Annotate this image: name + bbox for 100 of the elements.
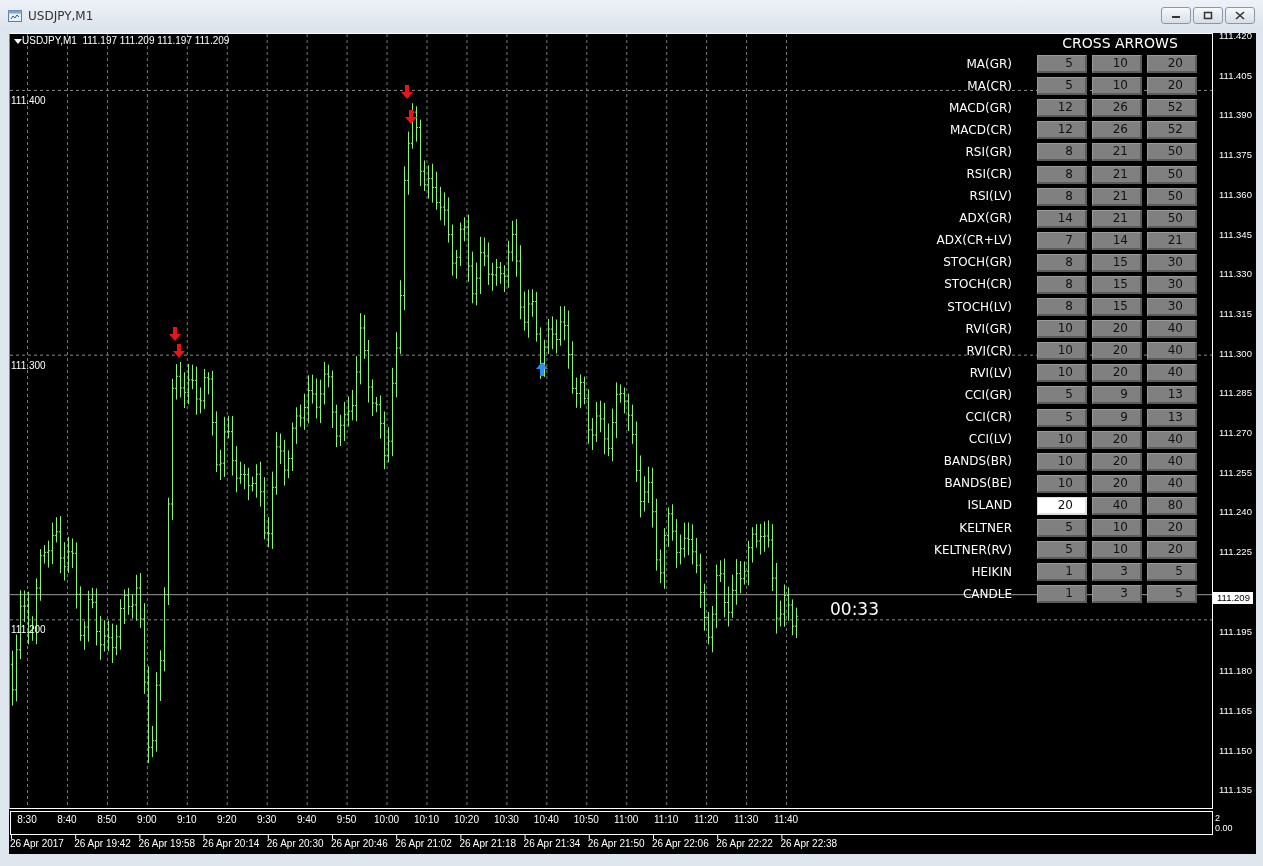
time-axis-label: 11:40: [773, 814, 799, 826]
indicator-label: CCI(GR): [963, 387, 1012, 403]
price-axis-label: 111.240: [1219, 506, 1252, 519]
price-level-label: 111.400: [11, 94, 46, 107]
period-field[interactable]: 10: [1037, 320, 1087, 339]
date-axis-label: 26 Apr 19:42: [74, 838, 131, 850]
down-arrow-icon: [405, 110, 417, 124]
period-field[interactable]: 10: [1092, 519, 1142, 537]
period-field[interactable]: 5: [1147, 563, 1197, 582]
period-field[interactable]: 1: [1037, 563, 1087, 582]
period-field[interactable]: 50: [1147, 143, 1197, 162]
indicator-label: CCI(LV): [967, 432, 1012, 448]
indicator-label: BANDS(BE): [943, 476, 1012, 492]
period-field[interactable]: 20: [1092, 342, 1142, 361]
price-level-label: 111.300: [11, 359, 46, 372]
indicator-label: STOCH(CR): [943, 277, 1012, 293]
time-axis-label: 11:00: [614, 814, 639, 826]
time-axis-label: 10:40: [533, 814, 559, 826]
period-field[interactable]: 10: [1037, 364, 1087, 383]
period-field[interactable]: 3: [1092, 585, 1142, 604]
period-field[interactable]: 8: [1037, 143, 1087, 162]
period-field[interactable]: 5: [1037, 77, 1087, 96]
indicator-label: ADX(GR): [958, 211, 1012, 227]
date-axis-label: 26 Apr 21:02: [395, 838, 452, 850]
price-axis-label: 111.390: [1219, 109, 1252, 122]
period-field[interactable]: 40: [1147, 364, 1197, 383]
period-field[interactable]: 10: [1092, 77, 1142, 96]
period-field[interactable]: 21: [1092, 143, 1142, 162]
maximize-button[interactable]: [1193, 7, 1223, 24]
period-field[interactable]: 5: [1037, 55, 1087, 74]
date-axis-label: 26 Apr 20:30: [266, 838, 324, 850]
period-field[interactable]: 20: [1147, 519, 1197, 537]
period-field[interactable]: 12: [1037, 99, 1087, 118]
close-button[interactable]: [1225, 7, 1255, 24]
panel-title: CROSS ARROWS: [1061, 34, 1179, 53]
indicator-label: STOCH(GR): [942, 255, 1012, 271]
subwindow-scale-label: 0.00: [1215, 822, 1233, 834]
indicator-label: ADX(CR+LV): [935, 233, 1012, 249]
period-field[interactable]: 20: [1092, 320, 1142, 339]
price-axis-label: 111.360: [1219, 188, 1252, 201]
subwindow-scale-label: 2: [1215, 812, 1220, 824]
period-field[interactable]: 10: [1037, 342, 1087, 361]
indicator-label: RSI(LV): [968, 189, 1012, 205]
price-axis-label: 111.195: [1219, 625, 1252, 638]
date-axis-label: 26 Apr 22:38: [780, 838, 838, 850]
time-axis-label: 11:10: [654, 814, 679, 826]
minimize-button[interactable]: [1161, 7, 1191, 24]
countdown-timer: 00:33: [830, 599, 879, 619]
period-field[interactable]: 9: [1092, 386, 1142, 405]
indicator-label: RSI(CR): [965, 167, 1012, 182]
time-axis-label: 10:00: [374, 814, 400, 826]
time-axis-label: 8:40: [57, 814, 77, 826]
time-axis-label: 9:20: [217, 814, 237, 826]
maximize-icon: [1203, 11, 1213, 20]
time-axis-label: 10:20: [453, 814, 479, 826]
time-axis-label: 10:10: [414, 814, 439, 826]
time-axis-label: 9:40: [296, 814, 317, 826]
period-field[interactable]: 26: [1092, 121, 1142, 140]
current-price-label: 111.209: [1213, 592, 1253, 604]
time-axis-label: 9:00: [137, 814, 157, 826]
time-axis-label: 8:30: [17, 814, 37, 826]
time-axis-label: 10:30: [493, 814, 519, 826]
indicator-label: MA(CR): [966, 78, 1012, 94]
period-field[interactable]: 15: [1092, 298, 1142, 317]
date-axis-label: 26 Apr 21:50: [587, 838, 645, 850]
period-field[interactable]: 10: [1092, 541, 1142, 560]
indicator-label: RVI(LV): [968, 365, 1012, 381]
price-axis-label: 111.270: [1219, 427, 1252, 439]
period-field[interactable]: 52: [1147, 99, 1197, 118]
period-field[interactable]: 40: [1147, 320, 1197, 339]
indicator-label: MACD(CR): [948, 122, 1012, 138]
period-field[interactable]: 1: [1037, 585, 1087, 604]
period-field[interactable]: 12: [1037, 121, 1087, 140]
date-axis-label: 26 Apr 21:18: [459, 838, 517, 850]
period-field[interactable]: 26: [1092, 99, 1142, 118]
period-field[interactable]: 52: [1147, 121, 1197, 140]
period-field[interactable]: 10: [1092, 55, 1142, 74]
time-axis-label: 11:20: [694, 814, 719, 826]
period-field[interactable]: 30: [1147, 298, 1197, 317]
period-field[interactable]: 20: [1092, 364, 1142, 383]
down-arrow-icon: [401, 85, 413, 99]
period-field[interactable]: 40: [1147, 342, 1197, 361]
price-axis-label: 111.405: [1219, 69, 1252, 82]
chart-header: USDJPY,M1 111.197 111.209 111.197 111.209: [22, 35, 230, 47]
period-field[interactable]: 5: [1037, 386, 1087, 405]
price-axis-label: 111.135: [1219, 784, 1252, 797]
period-field[interactable]: 20: [1147, 541, 1197, 560]
period-field[interactable]: 13: [1147, 386, 1197, 405]
indicator-label: CANDLE: [961, 586, 1012, 602]
period-field[interactable]: 8: [1037, 298, 1087, 317]
indicator-label: HEIKIN: [970, 564, 1012, 580]
indicator-label: CCI(CR): [964, 410, 1012, 426]
period-field[interactable]: 5: [1037, 519, 1087, 537]
period-field[interactable]: 5: [1037, 541, 1087, 560]
price-axis-label: 111.330: [1219, 268, 1252, 281]
period-field[interactable]: 20: [1147, 77, 1197, 96]
period-field[interactable]: 20: [1147, 55, 1197, 74]
indicator-label: RVI(CR): [965, 343, 1012, 359]
period-field[interactable]: 3: [1092, 563, 1142, 582]
period-field[interactable]: 5: [1147, 585, 1197, 604]
